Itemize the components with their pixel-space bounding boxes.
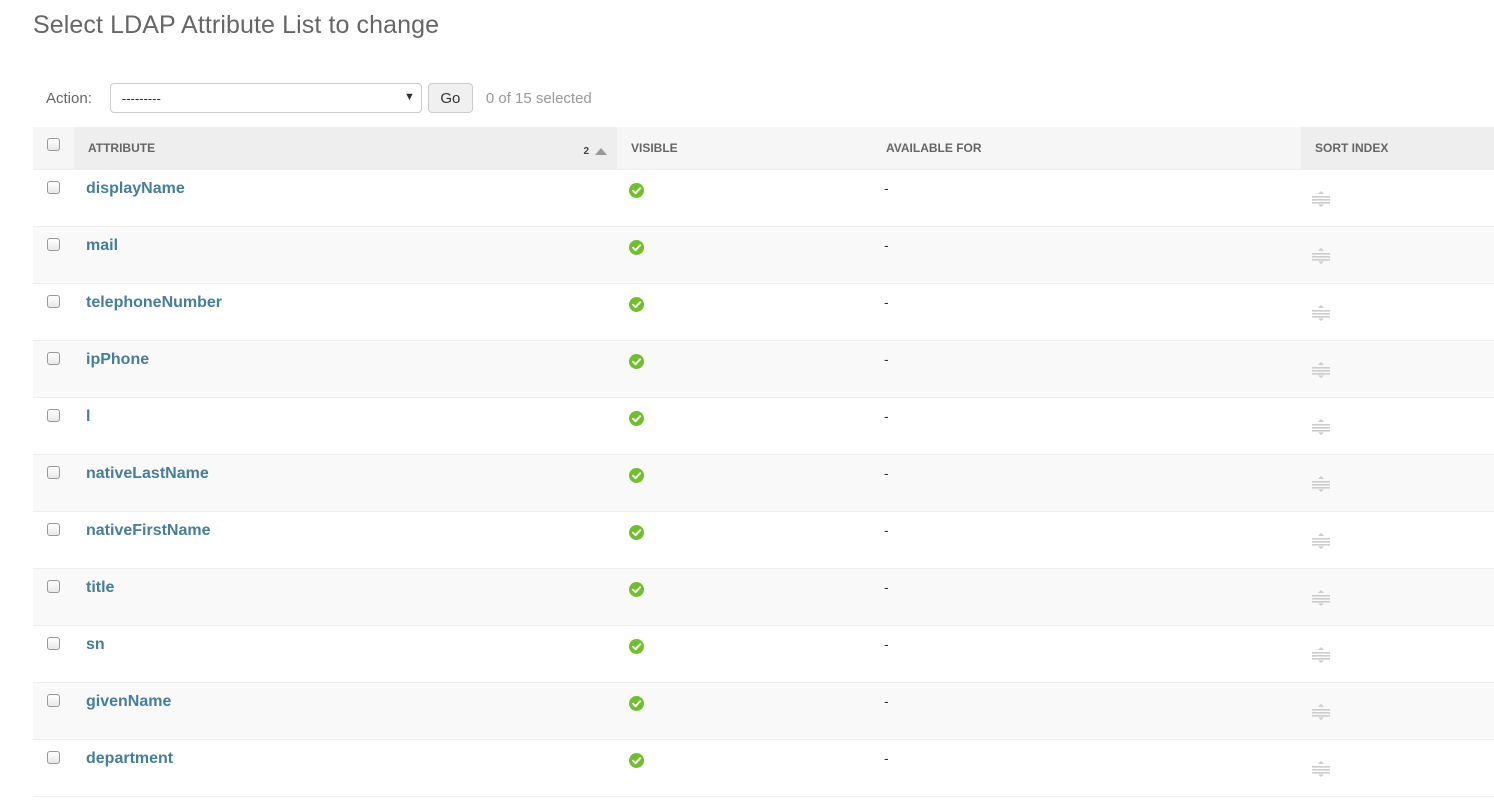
row-checkbox[interactable] [47, 580, 60, 593]
check-circle-icon [629, 753, 644, 768]
row-checkbox[interactable] [47, 295, 60, 308]
drag-handle-icon[interactable] [1311, 703, 1331, 721]
check-circle-icon [629, 411, 644, 426]
chevron-down-icon: ▼ [403, 91, 415, 103]
action-select-value: --------- [121, 90, 161, 106]
column-header-sort-index: Sort index [1301, 127, 1494, 169]
action-select[interactable]: --------- ▼ [109, 83, 422, 113]
table-row: telephoneNumber - [33, 284, 1494, 341]
table-row: sn - [33, 626, 1494, 683]
attribute-link[interactable]: mail [86, 237, 118, 255]
attribute-link[interactable]: givenName [86, 693, 171, 711]
check-circle-icon [629, 183, 644, 198]
row-checkbox[interactable] [47, 466, 60, 479]
drag-handle-icon[interactable] [1311, 646, 1331, 664]
attribute-link[interactable]: displayName [86, 180, 185, 198]
table-header: Attribute 2 Visible Available for Sort i… [33, 127, 1494, 170]
actions-bar: Action: --------- ▼ Go 0 of 15 selected [33, 82, 592, 114]
go-button[interactable]: Go [427, 83, 473, 113]
available-for-value: - [884, 294, 889, 310]
admin-changelist-page: Select LDAP Attribute List to change Act… [0, 0, 1494, 800]
table-row: l - [33, 398, 1494, 455]
drag-handle-icon[interactable] [1311, 589, 1331, 607]
check-circle-icon [629, 468, 644, 483]
row-checkbox[interactable] [47, 694, 60, 707]
action-label: Action: [46, 89, 92, 107]
attribute-link[interactable]: sn [86, 636, 105, 654]
available-for-value: - [884, 636, 889, 652]
available-for-value: - [884, 465, 889, 481]
attribute-link[interactable]: l [86, 408, 90, 426]
column-header-available-for-label: Available for [886, 141, 982, 155]
page-title: Select LDAP Attribute List to change [33, 11, 440, 39]
drag-handle-icon[interactable] [1311, 418, 1331, 436]
check-circle-icon [629, 240, 644, 255]
drag-handle-icon[interactable] [1311, 475, 1331, 493]
table-row: nativeFirstName - [33, 512, 1494, 569]
row-checkbox[interactable] [47, 238, 60, 251]
table-row: ipPhone - [33, 341, 1494, 398]
attribute-link[interactable]: telephoneNumber [86, 294, 222, 312]
table-row: mail - [33, 227, 1494, 284]
column-header-sort-index-label: Sort index [1315, 141, 1389, 155]
column-header-attribute[interactable]: Attribute 2 [74, 127, 617, 169]
drag-handle-icon[interactable] [1311, 190, 1331, 208]
check-circle-icon [629, 639, 644, 654]
row-checkbox[interactable] [47, 751, 60, 764]
attribute-link[interactable]: nativeLastName [86, 465, 209, 483]
table-row: title - [33, 569, 1494, 626]
check-circle-icon [629, 696, 644, 711]
drag-handle-icon[interactable] [1311, 247, 1331, 265]
available-for-value: - [884, 237, 889, 253]
check-circle-icon [629, 525, 644, 540]
select-all-checkbox[interactable] [47, 138, 60, 151]
row-checkbox[interactable] [47, 352, 60, 365]
available-for-value: - [884, 579, 889, 595]
row-checkbox[interactable] [47, 409, 60, 422]
column-header-attribute-label[interactable]: Attribute [88, 141, 155, 155]
attribute-link[interactable]: ipPhone [86, 351, 149, 369]
available-for-value: - [884, 180, 889, 196]
column-header-visible: Visible [617, 127, 678, 169]
sort-ascending-icon[interactable] [595, 148, 607, 155]
table-row: department - [33, 740, 1494, 797]
check-circle-icon [629, 354, 644, 369]
available-for-value: - [884, 750, 889, 766]
result-list-table: Attribute 2 Visible Available for Sort i… [33, 127, 1494, 797]
table-row: displayName - [33, 170, 1494, 227]
available-for-value: - [884, 693, 889, 709]
drag-handle-icon[interactable] [1311, 532, 1331, 550]
table-row: nativeLastName - [33, 455, 1494, 512]
check-circle-icon [629, 297, 644, 312]
available-for-value: - [884, 522, 889, 538]
attribute-link[interactable]: nativeFirstName [86, 522, 211, 540]
table-row: givenName - [33, 683, 1494, 740]
check-circle-icon [629, 582, 644, 597]
drag-handle-icon[interactable] [1311, 304, 1331, 322]
table-body: displayName - mail - telephoneNumber - i… [33, 170, 1494, 797]
column-header-available-for: Available for [872, 127, 982, 169]
available-for-value: - [884, 351, 889, 367]
sort-controls[interactable]: 2 [583, 146, 607, 157]
column-header-visible-label: Visible [631, 141, 678, 155]
row-checkbox[interactable] [47, 637, 60, 650]
drag-handle-icon[interactable] [1311, 760, 1331, 778]
sort-priority: 2 [583, 146, 589, 157]
attribute-link[interactable]: department [86, 750, 173, 768]
row-checkbox[interactable] [47, 523, 60, 536]
row-checkbox[interactable] [47, 181, 60, 194]
select-all-header [33, 127, 74, 169]
selection-counter: 0 of 15 selected [485, 89, 592, 107]
attribute-link[interactable]: title [86, 579, 114, 597]
available-for-value: - [884, 408, 889, 424]
drag-handle-icon[interactable] [1311, 361, 1331, 379]
